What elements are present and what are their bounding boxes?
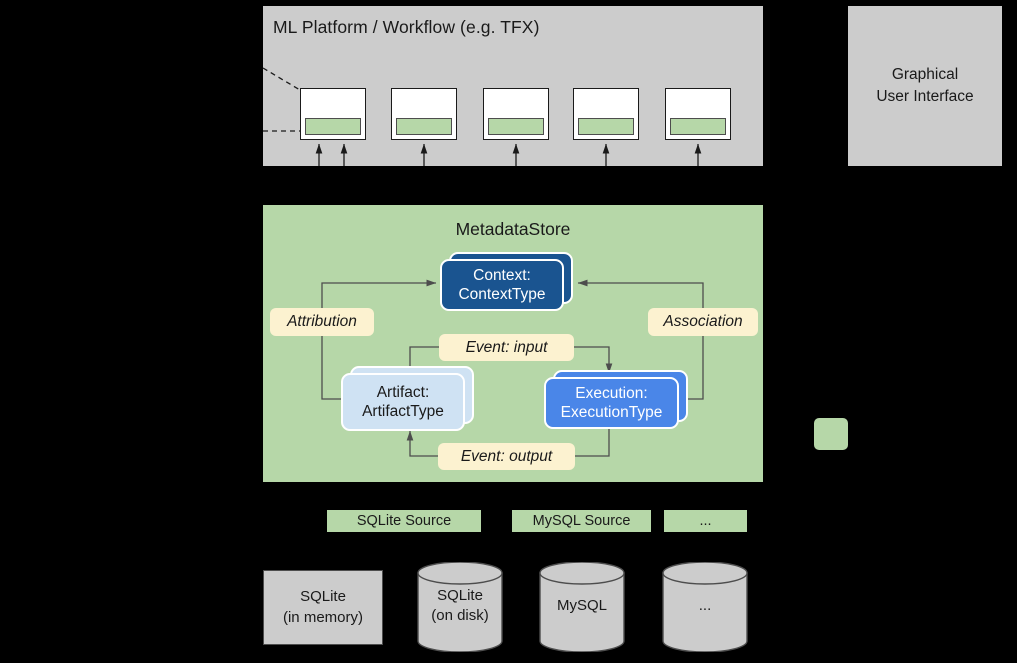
- entity-node-execution[interactable]: Execution: ExecutionType: [544, 370, 688, 429]
- storage-sqlite-disk[interactable]: SQLite (on disk): [417, 561, 503, 653]
- gui-label-line1: Graphical: [891, 65, 959, 83]
- relation-label-event-input[interactable]: Event: input: [439, 334, 574, 361]
- entity-card-front: Execution: ExecutionType: [544, 377, 679, 429]
- entity-label-line1: Artifact:: [376, 383, 430, 401]
- entity-label-line1: Execution:: [575, 384, 648, 402]
- storage-label-line1: MySQL: [556, 597, 607, 614]
- workflow-component-metadata-strip: [305, 118, 361, 135]
- gui-label: Graphical User Interface: [876, 64, 973, 109]
- entity-card-front: Artifact: ArtifactType: [341, 373, 465, 431]
- workflow-component-box[interactable]: [300, 88, 366, 140]
- workflow-component-metadata-strip: [578, 118, 634, 135]
- storage-mysql[interactable]: MySQL: [539, 561, 625, 653]
- entity-label-line2: ArtifactType: [362, 403, 444, 420]
- entity-node-context[interactable]: Context: ContextType: [440, 252, 573, 311]
- storage-sqlite-memory[interactable]: SQLite (in memory): [263, 570, 383, 645]
- workflow-component-metadata-strip: [396, 118, 452, 135]
- legend-green-chip: [814, 418, 848, 450]
- workflow-component-metadata-strip: [670, 118, 726, 135]
- entity-label-line2: ContextType: [458, 286, 546, 303]
- source-chip-mysql-source[interactable]: MySQL Source: [512, 510, 651, 532]
- entity-label-line2: ExecutionType: [560, 404, 663, 421]
- workflow-component-box[interactable]: [483, 88, 549, 140]
- storage-label-line1: SQLite: [437, 587, 483, 604]
- gui-label-line2: User Interface: [876, 88, 974, 105]
- workflow-component-metadata-strip: [488, 118, 544, 135]
- entity-node-artifact[interactable]: Artifact: ArtifactType: [341, 366, 474, 431]
- storage-label: ...: [662, 596, 748, 616]
- workflow-component-box[interactable]: [573, 88, 639, 140]
- storage-more-store[interactable]: ...: [662, 561, 748, 653]
- workflow-component-box[interactable]: [665, 88, 731, 140]
- storage-label: SQLite (on disk): [417, 586, 503, 627]
- diagram-canvas: ML Platform / Workflow (e.g. TFX) Graphi…: [0, 0, 1017, 663]
- graphical-user-interface-box: Graphical User Interface: [848, 6, 1002, 166]
- source-chip-sqlite-source[interactable]: SQLite Source: [327, 510, 481, 532]
- storage-label-line2: (in memory): [282, 608, 363, 626]
- storage-label-line1: SQLite: [300, 588, 346, 606]
- ml-platform-title: ML Platform / Workflow (e.g. TFX): [273, 17, 540, 37]
- entity-label-line1: Context:: [473, 266, 531, 284]
- relation-label-event-output[interactable]: Event: output: [438, 443, 575, 470]
- storage-label-line1: ...: [698, 597, 712, 614]
- storage-label-line2: (on disk): [431, 607, 489, 625]
- entity-card-front: Context: ContextType: [440, 259, 564, 311]
- source-chip-more-source[interactable]: ...: [664, 510, 747, 532]
- metadata-store-title: MetadataStore: [455, 219, 571, 239]
- workflow-component-box[interactable]: [391, 88, 457, 140]
- relation-label-association[interactable]: Association: [648, 308, 758, 336]
- relation-label-attribution[interactable]: Attribution: [270, 308, 374, 336]
- storage-label: MySQL: [539, 596, 625, 616]
